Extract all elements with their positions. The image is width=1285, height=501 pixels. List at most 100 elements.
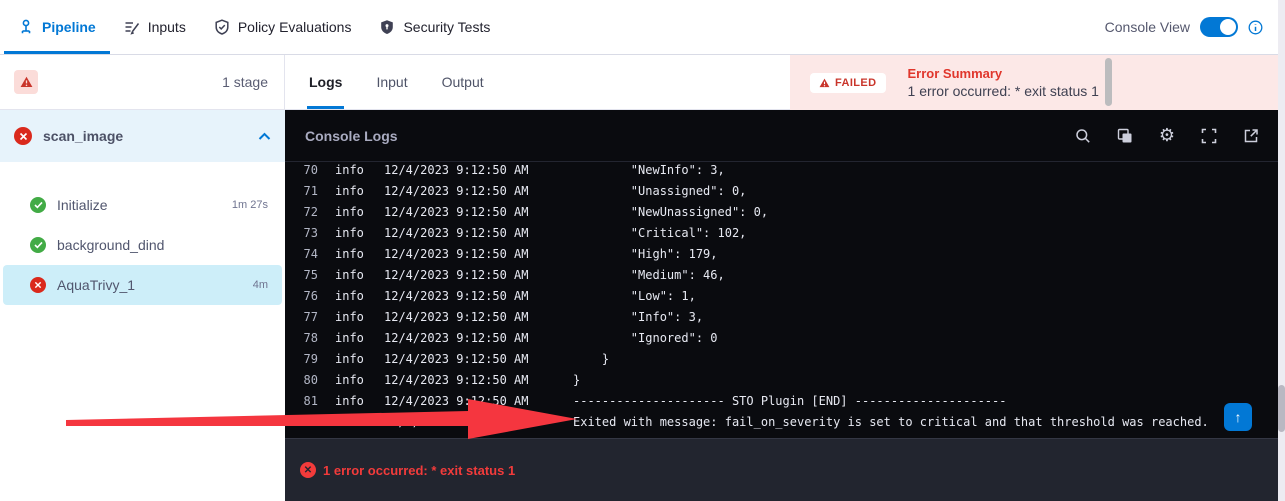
info-icon[interactable] xyxy=(1248,20,1263,35)
chevron-up-icon[interactable] xyxy=(258,132,271,141)
log-time: 12/4/2023 9:12:50 AM xyxy=(384,391,530,412)
console-view-control: Console View xyxy=(1105,17,1263,37)
scroll-to-top-button[interactable]: ↑ xyxy=(1224,403,1252,431)
stage-row-scan-image[interactable]: scan_image xyxy=(0,110,285,162)
page-scrollbar-thumb[interactable] xyxy=(1278,385,1285,432)
log-time: 12/4/2023 9:12:50 AM xyxy=(384,370,530,391)
log-msg: "Unassigned": 0, xyxy=(573,181,746,202)
step-name: background_dind xyxy=(57,237,257,253)
open-in-new-icon[interactable] xyxy=(1243,128,1259,144)
log-time: 12/4/2023 9:12:50 AM xyxy=(384,181,530,202)
log-ln: 75 xyxy=(285,265,318,286)
log-line: 72info12/4/2023 9:12:50 AM "NewUnassigne… xyxy=(285,202,1285,223)
error-summary-band: FAILED Error Summary 1 error occurred: *… xyxy=(790,55,1285,110)
log-view-tabs: Logs Input Output xyxy=(285,55,790,110)
log-lvl: info xyxy=(335,286,365,307)
tab-policy-evaluations-label: Policy Evaluations xyxy=(238,19,352,35)
tab-pipeline[interactable]: Pipeline xyxy=(4,0,110,54)
log-msg: "Info": 3, xyxy=(573,307,703,328)
log-line: 76info12/4/2023 9:12:50 AM "Low": 1, xyxy=(285,286,1285,307)
step-aquatrivy-1[interactable]: AquaTrivy_1 4m xyxy=(3,265,282,305)
log-time: 12/4/2023 9:12:50 AM xyxy=(384,265,530,286)
step-name: Initialize xyxy=(57,197,221,213)
console-log-area[interactable]: 70 info 12/4/2023 9:12:50 AM "NewInfo": 3,… xyxy=(285,163,1285,438)
log-lvl: info xyxy=(335,307,365,328)
step-name: AquaTrivy_1 xyxy=(57,277,242,293)
inputs-icon xyxy=(124,19,140,35)
tab-inputs-label: Inputs xyxy=(148,19,186,35)
error-summary-title: Error Summary xyxy=(908,66,1099,81)
log-msg: "Medium": 46, xyxy=(573,265,725,286)
log-msg: "Critical": 102, xyxy=(573,223,746,244)
tab-pipeline-label: Pipeline xyxy=(42,19,96,35)
top-nav-tabs: Pipeline Inputs Policy Evaluations xyxy=(4,0,1105,54)
log-ln: 81 xyxy=(285,391,318,412)
copy-icon[interactable] xyxy=(1117,128,1133,144)
console-view-label: Console View xyxy=(1105,19,1190,35)
log-lvl: info xyxy=(335,412,365,433)
log-msg: Exited with message: fail_on_severity is… xyxy=(573,412,1209,433)
log-ln: 72 xyxy=(285,202,318,223)
log-ln: 73 xyxy=(285,223,318,244)
fullscreen-icon[interactable] xyxy=(1201,128,1217,144)
console-toolbar: ⚙ xyxy=(1075,128,1259,144)
failed-badge-label: FAILED xyxy=(835,77,877,89)
error-circle-icon: ✕ xyxy=(300,462,316,478)
tab-policy-evaluations[interactable]: Policy Evaluations xyxy=(200,0,366,54)
console-title: Console Logs xyxy=(305,128,1075,144)
log-line: 73info12/4/2023 9:12:50 AM "Critical": 1… xyxy=(285,223,1285,244)
stage-count: 1 stage xyxy=(222,74,268,90)
error-summary-texts: Error Summary 1 error occurred: * exit s… xyxy=(908,66,1099,99)
toggle-knob xyxy=(1220,19,1236,35)
log-msg: "NewInfo": 3, xyxy=(573,163,725,181)
tab-input[interactable]: Input xyxy=(374,54,409,109)
step-duration: 4m xyxy=(253,279,268,291)
log-time: 12/4/2023 9:12:50 AM xyxy=(384,412,530,433)
log-time: 12/4/2023 9:12:50 AM xyxy=(384,328,530,349)
console-view-toggle[interactable] xyxy=(1200,17,1238,37)
stage-warning-icon[interactable] xyxy=(14,70,38,94)
tab-security-tests[interactable]: Security Tests xyxy=(365,0,504,54)
secondary-header-row: 1 stage Logs Input Output FAILED Error S… xyxy=(0,55,1285,110)
failed-status-badge: FAILED xyxy=(810,73,886,93)
log-msg: "Low": 1, xyxy=(573,286,696,307)
log-line: 81info12/4/2023 9:12:50 AM--------------… xyxy=(285,391,1285,412)
step-initialize[interactable]: Initialize 1m 27s xyxy=(3,185,282,225)
failed-warning-icon xyxy=(819,78,830,88)
log-ln: 70 xyxy=(285,163,318,181)
footer-error-bar: ✕ 1 error occurred: * exit status 1 xyxy=(285,438,1285,501)
log-msg: } xyxy=(573,349,609,370)
step-list: Initialize 1m 27s background_dind AquaTr… xyxy=(0,162,285,305)
log-line: 77info12/4/2023 9:12:50 AM "Info": 3, xyxy=(285,307,1285,328)
search-icon[interactable] xyxy=(1075,128,1091,144)
stage-sidebar: scan_image Initialize 1m 27s background_… xyxy=(0,110,285,501)
log-line: 75 info 12/4/2023 9:12:50 AM "Medium": 46, xyxy=(285,265,1285,286)
log-time: 12/4/2023 9:12:50 AM xyxy=(384,223,530,244)
step-success-icon xyxy=(30,197,46,213)
error-band-scrollbar[interactable] xyxy=(1105,58,1112,106)
console-log-lines: 70 info 12/4/2023 9:12:50 AM "NewInfo": 3,… xyxy=(285,163,1285,433)
policy-shield-check-icon xyxy=(214,19,230,35)
log-ln: 80 xyxy=(285,370,318,391)
step-background-dind[interactable]: background_dind xyxy=(3,225,282,265)
log-ln: 76 xyxy=(285,286,318,307)
log-lvl: info xyxy=(335,328,365,349)
log-line: 71info12/4/2023 9:12:50 AM "Unassigned":… xyxy=(285,181,1285,202)
log-lvl: info xyxy=(335,265,365,286)
settings-gear-icon[interactable]: ⚙ xyxy=(1159,128,1175,144)
log-lvl: info xyxy=(335,202,365,223)
security-shield-icon xyxy=(379,19,395,35)
sidebar-header: 1 stage xyxy=(0,55,285,110)
log-lvl: info xyxy=(335,163,365,181)
log-lvl: info xyxy=(335,370,365,391)
tab-output[interactable]: Output xyxy=(440,54,486,109)
footer-error-text: 1 error occurred: * exit status 1 xyxy=(323,463,515,478)
log-lvl: info xyxy=(335,391,365,412)
log-line: 74info12/4/2023 9:12:50 AM "High": 179, xyxy=(285,244,1285,265)
tab-logs[interactable]: Logs xyxy=(307,54,344,109)
stage-failed-icon xyxy=(14,127,32,145)
log-time: 12/4/2023 9:12:50 AM xyxy=(384,163,530,181)
tab-inputs[interactable]: Inputs xyxy=(110,0,200,54)
log-line: 82info12/4/2023 9:12:50 AMExited with me… xyxy=(285,412,1285,433)
log-time: 12/4/2023 9:12:50 AM xyxy=(384,349,530,370)
